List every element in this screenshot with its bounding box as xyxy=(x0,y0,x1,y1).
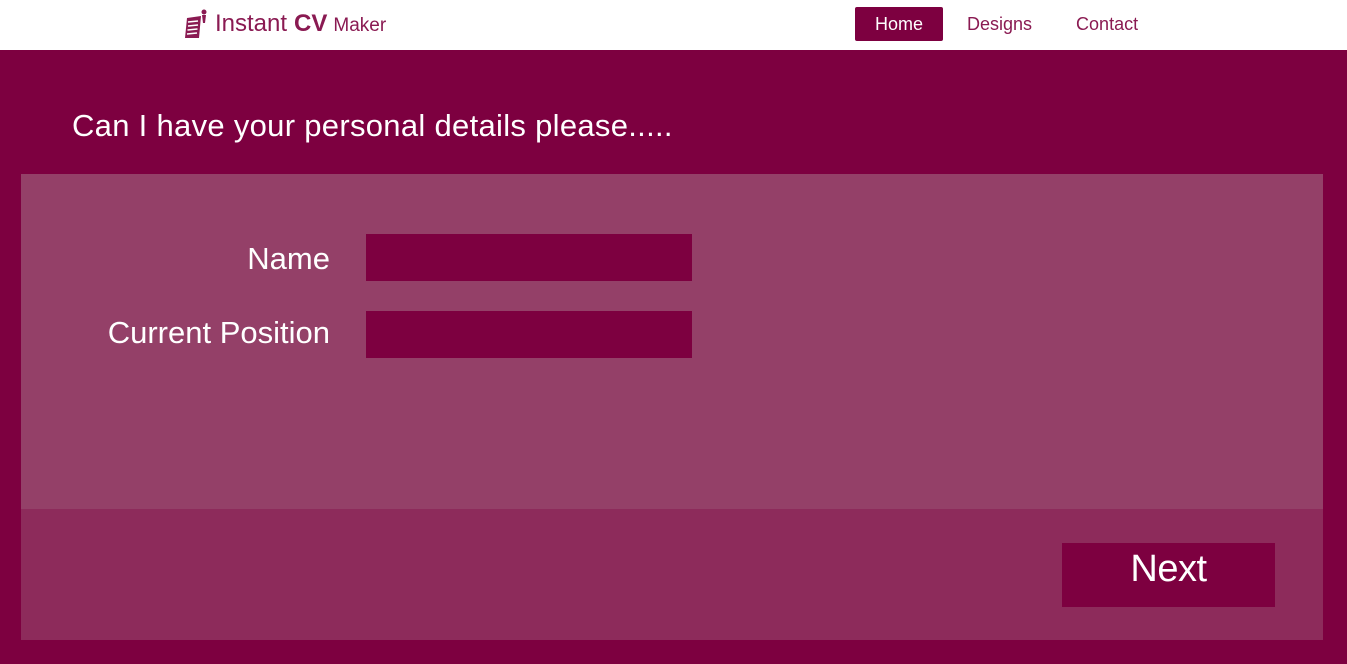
main-nav: Home Designs Contact xyxy=(855,7,1158,41)
nav-home[interactable]: Home xyxy=(855,7,944,41)
top-navbar: Instant CV Maker Home Designs Contact xyxy=(0,0,1347,50)
name-input[interactable] xyxy=(366,234,692,281)
current-position-label: Current Position xyxy=(107,315,330,350)
brand-name-maker: Maker xyxy=(333,15,387,36)
nav-designs[interactable]: Designs xyxy=(947,7,1052,41)
current-position-input[interactable] xyxy=(366,311,692,358)
brand-name-instant: Instant xyxy=(215,10,288,37)
nav-contact[interactable]: Contact xyxy=(1056,7,1158,41)
page-heading: Can I have your personal details please.… xyxy=(72,108,673,143)
brand-logo[interactable]: Instant CV Maker xyxy=(184,8,386,40)
brand-name-cv: CV xyxy=(294,10,328,37)
document-person-icon xyxy=(184,9,208,39)
name-label: Name xyxy=(247,241,330,276)
next-button[interactable]: Next xyxy=(1062,543,1275,607)
